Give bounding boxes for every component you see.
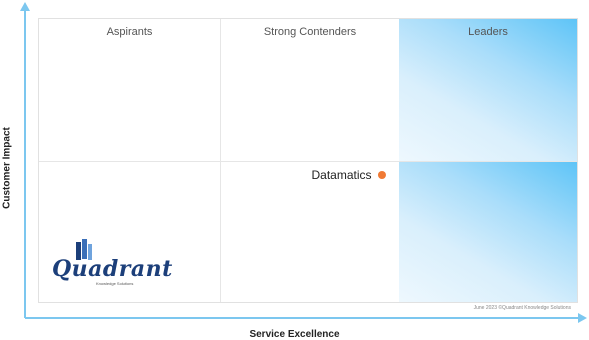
- quadrant-label-aspirants: Aspirants: [106, 26, 153, 38]
- data-point-datamatics: Datamatics: [311, 167, 386, 182]
- quadrant-leaders-lower: [399, 162, 577, 302]
- data-point-label: Datamatics: [311, 167, 372, 182]
- y-axis-label: Customer Impact: [1, 127, 13, 209]
- logo-tagline: Knowledge Solutions: [96, 281, 134, 286]
- quadrant-aspirants: Aspirants: [39, 19, 220, 162]
- x-axis-label: Service Excellence: [249, 329, 340, 340]
- data-point-dot: [377, 170, 386, 179]
- quadrant-label-strong-contenders: Strong Contenders: [263, 26, 357, 38]
- x-axis-arrow: [578, 313, 587, 323]
- quadrant-strong-contenders: Strong Contenders: [220, 19, 399, 162]
- y-axis-arrow: [20, 2, 30, 11]
- quadrant-label-leaders: Leaders: [468, 26, 508, 38]
- quadrant-lower-middle: [220, 162, 399, 302]
- logo-wordmark: Quadrant: [52, 256, 173, 282]
- quadrant-logo: Quadrant Knowledge Solutions: [52, 238, 172, 288]
- quadrant-leaders-upper: Leaders: [399, 19, 577, 162]
- copyright-text: June 2023 ©Quadrant Knowledge Solutions: [473, 305, 571, 311]
